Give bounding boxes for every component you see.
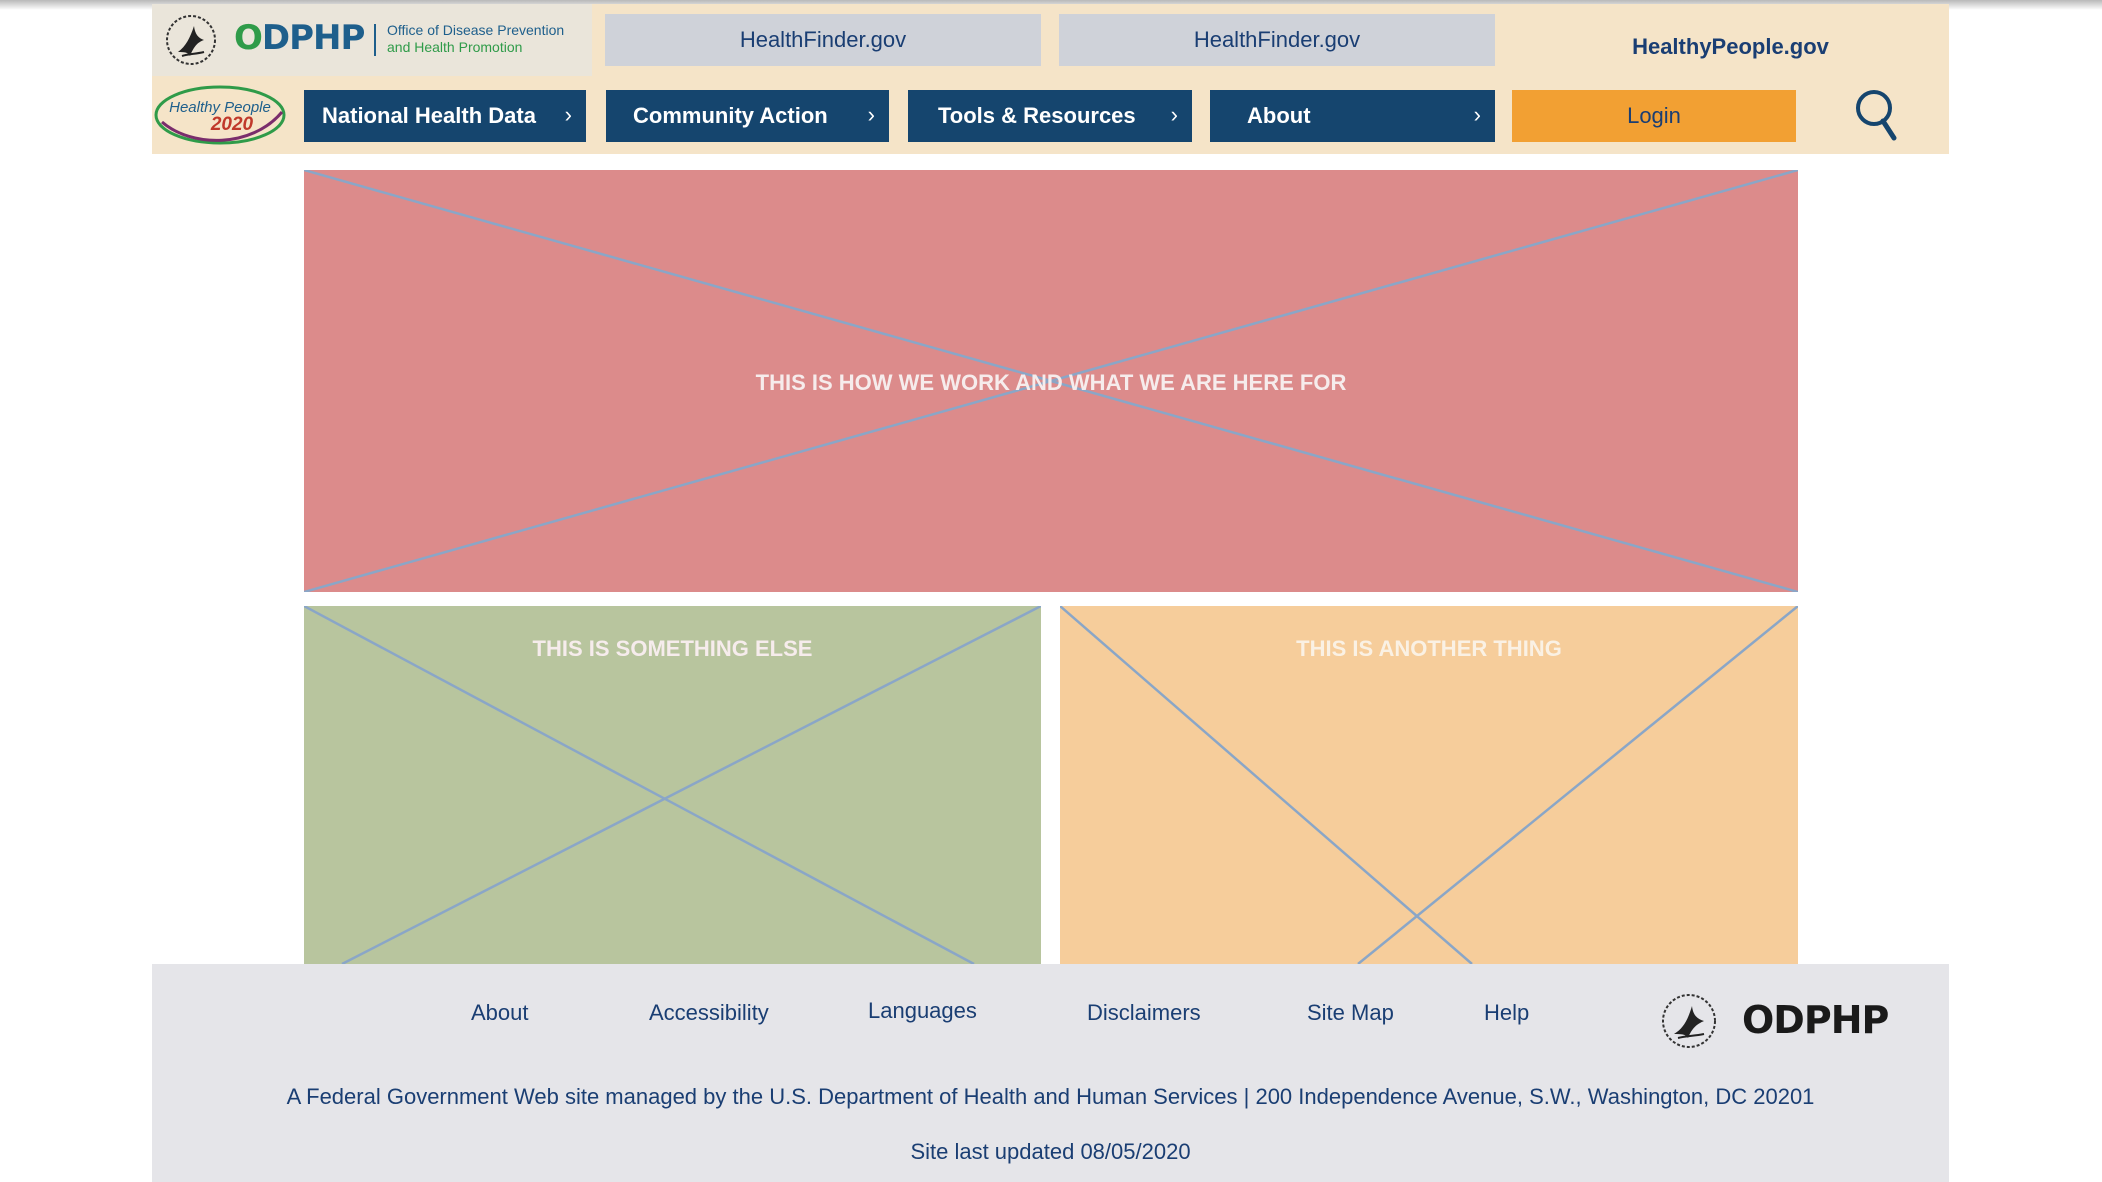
site-footer: About Accessibility Languages Disclaimer… (152, 964, 1949, 1182)
footer-link-site-map[interactable]: Site Map (1307, 1000, 1394, 1026)
search-icon[interactable] (1852, 86, 1902, 142)
odphp-branding[interactable]: ODPHP Office of Disease Prevention and H… (152, 4, 592, 76)
site-tab-healthypeople[interactable]: HealthyPeople.gov (1512, 18, 1949, 76)
odphp-subtitle-line1: Office of Disease Prevention (387, 22, 565, 38)
nav-label: National Health Data (322, 103, 536, 128)
healthy-people-logo-line2: 2020 (210, 114, 254, 135)
footer-address: A Federal Government Web site managed by… (286, 1084, 1815, 1109)
nav-national-health-data[interactable]: National Health Data › (304, 90, 586, 142)
chevron-right-icon: › (867, 102, 875, 127)
card-something-else[interactable]: THIS IS SOMETHING ELSE (304, 606, 1041, 964)
site-tab-healthfinder-2[interactable]: HealthFinder.gov (1059, 14, 1495, 66)
hhs-eagle-icon (166, 15, 216, 65)
hero-text: THIS IS HOW WE WORK AND WHAT WE ARE HERE… (755, 370, 1347, 395)
card-another-thing[interactable]: THIS IS ANOTHER THING (1060, 606, 1798, 964)
site-header: ODPHP Office of Disease Prevention and H… (152, 4, 1949, 154)
footer-link-accessibility[interactable]: Accessibility (649, 1000, 769, 1026)
hhs-eagle-icon (1662, 994, 1716, 1048)
card-right-title: THIS IS ANOTHER THING (1296, 636, 1562, 661)
chevron-right-icon: › (1170, 102, 1178, 127)
nav-tools-resources[interactable]: Tools & Resources › (908, 90, 1192, 142)
healthy-people-2020-logo[interactable]: Healthy People 2020 (152, 82, 288, 148)
site-tab-healthfinder[interactable]: HealthFinder.gov (605, 14, 1041, 66)
footer-link-languages[interactable]: Languages (868, 998, 977, 1024)
hero-image-placeholder[interactable]: THIS IS HOW WE WORK AND WHAT WE ARE HERE… (304, 170, 1798, 592)
odphp-subtitle: Office of Disease Prevention and Health … (387, 22, 564, 56)
footer-odphp-logo[interactable]: ODPHP (1742, 998, 1889, 1042)
chevron-right-icon: › (564, 102, 572, 127)
logo-divider (374, 24, 376, 56)
nav-label: About (1247, 103, 1311, 128)
chevron-right-icon: › (1473, 102, 1481, 127)
footer-link-about[interactable]: About (471, 1000, 529, 1026)
login-button[interactable]: Login (1512, 90, 1796, 142)
nav-about[interactable]: About › (1210, 90, 1495, 142)
nav-community-action[interactable]: Community Action › (606, 90, 889, 142)
footer-last-updated: Site last updated 08/05/2020 (910, 1139, 1191, 1164)
odphp-subtitle-line2: and Health Promotion (387, 39, 523, 55)
odphp-logo-rest: DPHP (261, 18, 366, 58)
nav-label: Community Action (633, 103, 828, 128)
footer-link-disclaimers[interactable]: Disclaimers (1087, 1000, 1201, 1026)
odphp-logo: ODPHP (234, 18, 366, 58)
footer-link-help[interactable]: Help (1484, 1000, 1529, 1026)
card-left-title: THIS IS SOMETHING ELSE (532, 636, 813, 661)
nav-label: Tools & Resources (938, 103, 1136, 128)
